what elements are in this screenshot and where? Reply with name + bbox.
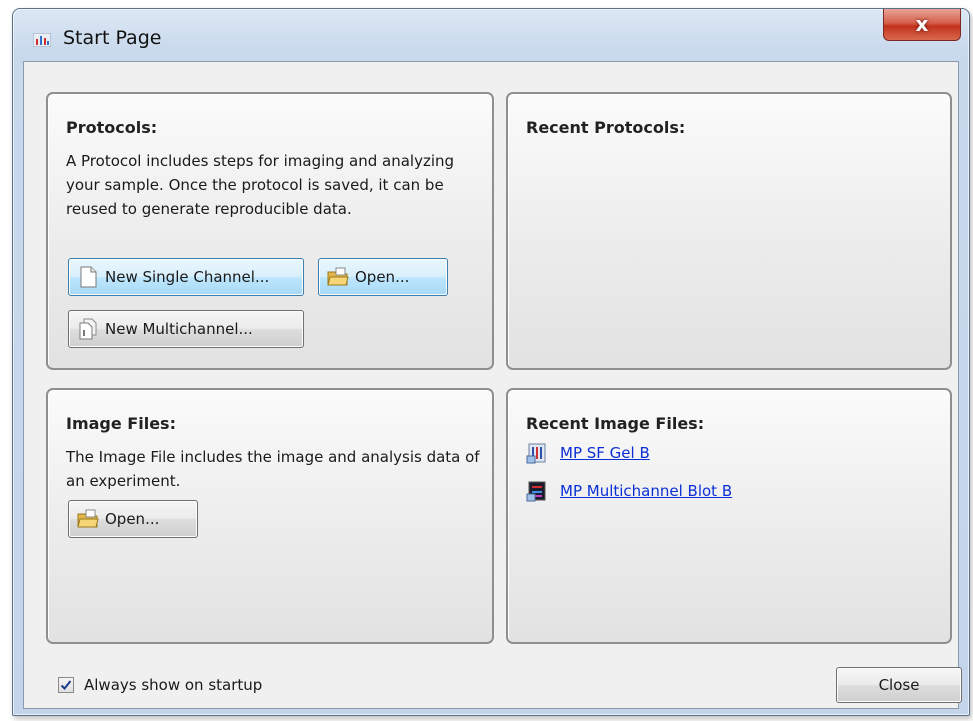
recent-image-file-item[interactable]: MP SF Gel B	[526, 442, 650, 464]
open-protocol-label: Open...	[355, 268, 410, 286]
gel-image-icon	[526, 443, 546, 464]
protocols-title: Protocols:	[66, 118, 158, 137]
window-title: Start Page	[63, 27, 162, 49]
always-show-checkbox[interactable]	[58, 677, 74, 693]
app-icon	[33, 33, 51, 47]
always-show-on-startup[interactable]: Always show on startup	[58, 676, 262, 694]
image-files-description: The Image File includes the image and an…	[66, 448, 480, 490]
recent-protocols-panel: Recent Protocols:	[506, 92, 952, 370]
protocols-panel: Protocols: A Protocol includes steps for…	[46, 92, 494, 370]
recent-image-file-link[interactable]: MP SF Gel B	[560, 444, 650, 462]
new-multi-document-icon	[79, 318, 97, 340]
image-files-title: Image Files:	[66, 414, 176, 433]
recent-image-files-panel: Recent Image Files: MP SF Gel B MP Multi…	[506, 388, 952, 644]
close-button[interactable]: Close	[836, 667, 962, 703]
close-window-button[interactable]: x	[883, 9, 961, 41]
start-page-window: Start Page x Protocols: A Protocol inclu…	[12, 8, 970, 716]
new-multichannel-button[interactable]: New Multichannel...	[68, 310, 304, 348]
open-protocol-button[interactable]: Open...	[318, 258, 448, 296]
recent-image-file-item[interactable]: MP Multichannel Blot B	[526, 480, 732, 502]
close-icon: x	[915, 12, 929, 36]
client-area: Protocols: A Protocol includes steps for…	[23, 61, 962, 709]
protocols-description: A Protocol includes steps for imaging an…	[66, 152, 455, 218]
image-files-panel: Image Files: The Image File includes the…	[46, 388, 494, 644]
new-single-channel-button[interactable]: New Single Channel...	[68, 258, 304, 296]
open-image-file-button[interactable]: Open...	[68, 500, 198, 538]
new-document-icon	[80, 266, 97, 288]
recent-image-file-link[interactable]: MP Multichannel Blot B	[560, 482, 732, 500]
new-multichannel-label: New Multichannel...	[105, 320, 253, 338]
close-button-label: Close	[878, 676, 920, 694]
open-folder-icon	[77, 509, 99, 528]
checkmark-icon	[60, 680, 72, 690]
always-show-label: Always show on startup	[84, 676, 263, 694]
open-folder-icon	[327, 267, 349, 286]
recent-protocols-title: Recent Protocols:	[526, 118, 686, 137]
new-single-channel-label: New Single Channel...	[105, 268, 270, 286]
recent-image-files-title: Recent Image Files:	[526, 414, 705, 433]
open-image-file-label: Open...	[105, 510, 160, 528]
title-bar[interactable]: Start Page x	[13, 9, 969, 59]
multichannel-blot-icon	[526, 481, 546, 502]
